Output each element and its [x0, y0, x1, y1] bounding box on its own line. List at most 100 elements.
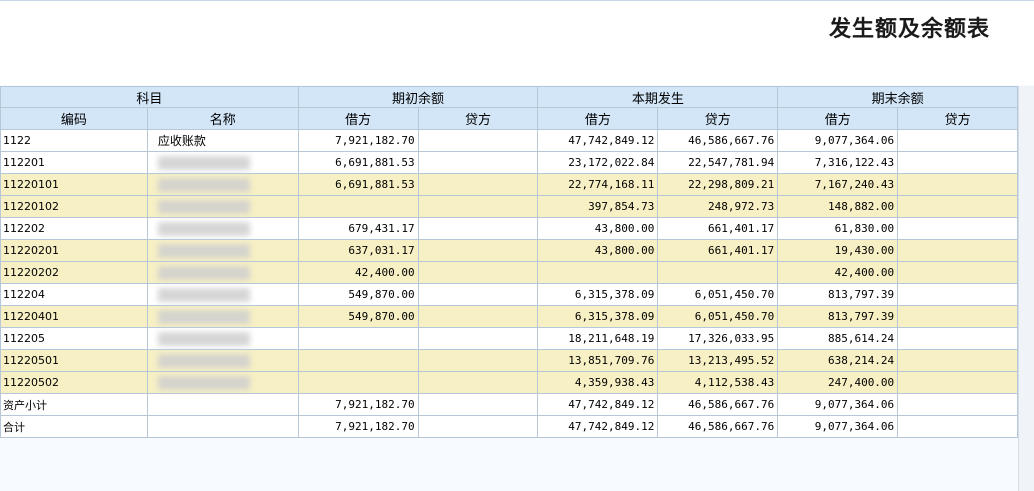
cell-code[interactable]: 11220401 — [0, 305, 148, 328]
col-header-opening-credit[interactable]: 贷方 — [417, 107, 539, 130]
cell-opening-debit[interactable]: 679,431.17 — [297, 217, 419, 240]
cell-current-debit[interactable]: 47,742,849.12 — [537, 415, 659, 438]
cell-opening-credit[interactable] — [417, 349, 539, 372]
cell-current-debit[interactable]: 22,774,168.11 — [537, 173, 659, 196]
cell-current-credit[interactable]: 4,112,538.43 — [657, 371, 779, 394]
cell-current-credit[interactable]: 17,326,033.95 — [657, 327, 779, 350]
cell-opening-debit[interactable] — [297, 349, 419, 372]
col-header-code[interactable]: 编码 — [0, 107, 148, 130]
cell-closing-debit[interactable]: 7,167,240.43 — [777, 173, 899, 196]
cell-current-credit[interactable] — [657, 261, 779, 284]
cell-current-credit[interactable]: 6,051,450.70 — [657, 283, 779, 306]
cell-opening-credit[interactable] — [417, 371, 539, 394]
cell-name[interactable] — [146, 173, 299, 196]
cell-closing-credit[interactable] — [897, 393, 1018, 416]
col-header-name[interactable]: 名称 — [146, 107, 299, 130]
cell-closing-debit[interactable]: 7,316,122.43 — [777, 151, 899, 174]
cell-code[interactable]: 11220201 — [0, 239, 148, 262]
cell-opening-debit[interactable] — [297, 195, 419, 218]
col-group-subject[interactable]: 科目 — [0, 86, 299, 108]
cell-current-credit[interactable]: 6,051,450.70 — [657, 305, 779, 328]
cell-opening-credit[interactable] — [417, 239, 539, 262]
cell-code[interactable]: 11220202 — [0, 261, 148, 284]
cell-opening-debit[interactable] — [297, 327, 419, 350]
cell-opening-credit[interactable] — [417, 129, 539, 152]
cell-current-debit[interactable]: 47,742,849.12 — [537, 129, 659, 152]
cell-opening-debit[interactable]: 549,870.00 — [297, 283, 419, 306]
cell-closing-credit[interactable] — [897, 349, 1018, 372]
vertical-scrollbar[interactable] — [1018, 86, 1034, 491]
cell-name[interactable] — [146, 393, 299, 416]
cell-closing-debit[interactable]: 148,882.00 — [777, 195, 899, 218]
cell-current-credit[interactable]: 248,972.73 — [657, 195, 779, 218]
table-row[interactable]: 112204 549,870.00 6,315,378.09 6,051,450… — [0, 283, 1018, 306]
cell-current-debit[interactable]: 23,172,022.84 — [537, 151, 659, 174]
cell-current-credit[interactable]: 661,401.17 — [657, 217, 779, 240]
col-group-closing-balance[interactable]: 期末余额 — [777, 86, 1018, 108]
table-row[interactable]: 11220401 549,870.00 6,315,378.09 6,051,4… — [0, 305, 1018, 328]
table-row[interactable]: 1122 应收账款 7,921,182.70 47,742,849.12 46,… — [0, 129, 1018, 152]
cell-name[interactable] — [146, 305, 299, 328]
col-group-opening-balance[interactable]: 期初余额 — [297, 86, 539, 108]
cell-closing-credit[interactable] — [897, 415, 1018, 438]
cell-opening-debit[interactable]: 6,691,881.53 — [297, 173, 419, 196]
col-header-current-debit[interactable]: 借方 — [537, 107, 659, 130]
table-row[interactable]: 112201 6,691,881.53 23,172,022.84 22,547… — [0, 151, 1018, 174]
table-row[interactable]: 11220102 397,854.73 248,972.73 148,882.0… — [0, 195, 1018, 218]
cell-closing-debit[interactable]: 61,830.00 — [777, 217, 899, 240]
col-header-closing-credit[interactable]: 贷方 — [897, 107, 1018, 130]
cell-name[interactable] — [146, 239, 299, 262]
cell-code[interactable]: 1122 — [0, 129, 148, 152]
cell-opening-debit[interactable]: 7,921,182.70 — [297, 129, 419, 152]
cell-name[interactable] — [146, 349, 299, 372]
cell-current-credit[interactable]: 13,213,495.52 — [657, 349, 779, 372]
cell-current-debit[interactable]: 4,359,938.43 — [537, 371, 659, 394]
cell-name[interactable] — [146, 415, 299, 438]
cell-name[interactable] — [146, 283, 299, 306]
cell-closing-credit[interactable] — [897, 283, 1018, 306]
cell-opening-credit[interactable] — [417, 151, 539, 174]
table-row[interactable]: 11220502 4,359,938.43 4,112,538.43 247,4… — [0, 371, 1018, 394]
cell-current-debit[interactable]: 6,315,378.09 — [537, 305, 659, 328]
cell-current-debit[interactable]: 397,854.73 — [537, 195, 659, 218]
cell-opening-credit[interactable] — [417, 217, 539, 240]
cell-opening-credit[interactable] — [417, 283, 539, 306]
cell-closing-debit[interactable]: 885,614.24 — [777, 327, 899, 350]
cell-code[interactable]: 资产小计 — [0, 393, 148, 416]
table-row[interactable]: 11220202 42,400.00 42,400.00 — [0, 261, 1018, 284]
cell-name[interactable]: 应收账款 — [146, 129, 299, 152]
cell-opening-debit[interactable]: 6,691,881.53 — [297, 151, 419, 174]
cell-code[interactable]: 11220101 — [0, 173, 148, 196]
cell-opening-credit[interactable] — [417, 261, 539, 284]
cell-closing-debit[interactable]: 9,077,364.06 — [777, 415, 899, 438]
cell-closing-credit[interactable] — [897, 261, 1018, 284]
cell-name[interactable] — [146, 151, 299, 174]
cell-code[interactable]: 合计 — [0, 415, 148, 438]
cell-closing-debit[interactable]: 9,077,364.06 — [777, 393, 899, 416]
cell-closing-credit[interactable] — [897, 327, 1018, 350]
cell-current-debit[interactable] — [537, 261, 659, 284]
cell-code[interactable]: 11220102 — [0, 195, 148, 218]
cell-closing-debit[interactable]: 42,400.00 — [777, 261, 899, 284]
cell-opening-credit[interactable] — [417, 173, 539, 196]
cell-name[interactable] — [146, 327, 299, 350]
cell-opening-debit[interactable]: 7,921,182.70 — [297, 393, 419, 416]
cell-code[interactable]: 112201 — [0, 151, 148, 174]
cell-current-credit[interactable]: 46,586,667.76 — [657, 415, 779, 438]
cell-closing-debit[interactable]: 813,797.39 — [777, 283, 899, 306]
cell-current-debit[interactable]: 43,800.00 — [537, 239, 659, 262]
subtotal-row[interactable]: 资产小计 7,921,182.70 47,742,849.12 46,586,6… — [0, 393, 1018, 416]
cell-current-credit[interactable]: 661,401.17 — [657, 239, 779, 262]
cell-current-credit[interactable]: 22,298,809.21 — [657, 173, 779, 196]
col-header-closing-debit[interactable]: 借方 — [777, 107, 899, 130]
cell-opening-debit[interactable] — [297, 371, 419, 394]
cell-closing-credit[interactable] — [897, 151, 1018, 174]
cell-opening-credit[interactable] — [417, 327, 539, 350]
cell-current-credit[interactable]: 46,586,667.76 — [657, 393, 779, 416]
cell-code[interactable]: 11220501 — [0, 349, 148, 372]
table-row[interactable]: 11220501 13,851,709.76 13,213,495.52 638… — [0, 349, 1018, 372]
cell-current-debit[interactable]: 18,211,648.19 — [537, 327, 659, 350]
table-row[interactable]: 112202 679,431.17 43,800.00 661,401.17 6… — [0, 217, 1018, 240]
cell-name[interactable] — [146, 217, 299, 240]
cell-code[interactable]: 11220502 — [0, 371, 148, 394]
